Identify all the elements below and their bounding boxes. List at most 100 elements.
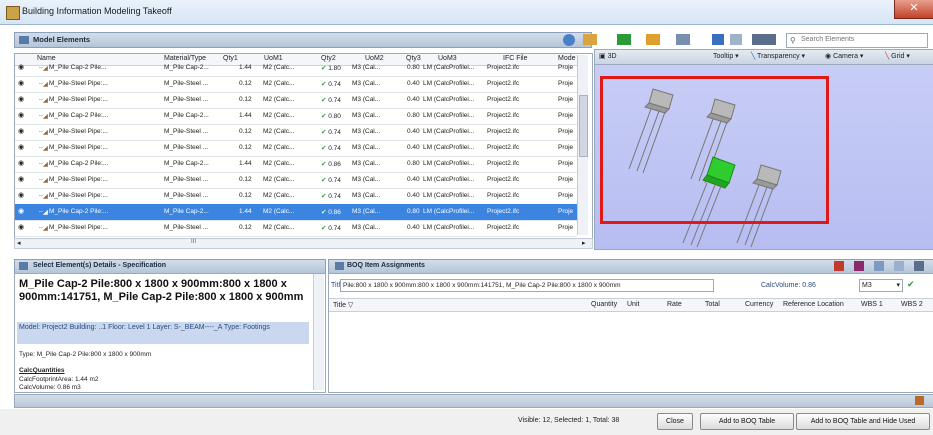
element-type-icon: ┄◢ — [39, 65, 48, 72]
boq-col-total[interactable]: Total — [705, 301, 720, 308]
cell-name: M_Pile-Steel Pipe:... — [49, 144, 161, 151]
visibility-eye-icon[interactable]: ◉ — [18, 127, 27, 135]
boq-columns-icon[interactable] — [894, 261, 904, 271]
visibility-eye-icon[interactable]: ◉ — [18, 175, 27, 183]
boq-col-unit[interactable]: Unit — [627, 301, 639, 308]
table-row[interactable]: ◉ ┄◢ M_Pile-Steel Pipe:... M_Pile-Steel ...… — [15, 92, 577, 109]
close-window-button[interactable]: ✕ — [894, 0, 933, 19]
camera-dropdown[interactable]: ◉ Camera ▾ — [825, 52, 863, 60]
cell-text: 1.44 — [239, 64, 252, 71]
add-to-boq-hide-used-button[interactable]: Add to BOQ Table and Hide Used — [796, 413, 930, 430]
cell-u1: M2 (Calc... — [263, 144, 319, 151]
cell-text: 0.74 — [328, 129, 341, 136]
table-horizontal-scrollbar[interactable]: ◂ III ▸ — [14, 238, 593, 249]
search-box[interactable]: ⚲ — [786, 33, 928, 48]
search-input[interactable] — [801, 34, 921, 45]
grid-dropdown[interactable]: ╲ Grid ▾ — [885, 52, 910, 60]
boq-col-title[interactable]: Title ▽ — [333, 301, 353, 309]
cell-text: 0.12 — [239, 96, 252, 103]
table-row[interactable]: ◉ ┄◢ M_Pile Cap-2 Pile:... M_Pile Cap-2... 1… — [15, 108, 577, 125]
visibility-eye-icon[interactable]: ◉ — [18, 111, 27, 119]
cell-q1: 0.12 — [239, 80, 261, 87]
apply-check-icon[interactable]: ✔ — [907, 279, 915, 290]
cell-text: Proje — [558, 176, 574, 183]
boq-col-wbs1[interactable]: WBS 1 — [861, 301, 883, 308]
cell-u3: LM (CalcProfilei... — [423, 160, 485, 167]
tooltip-dropdown[interactable]: Tooltip ▾ — [713, 52, 739, 60]
visibility-eye-icon[interactable]: ◉ — [18, 159, 27, 167]
select-all-icon[interactable] — [712, 34, 724, 45]
table-row[interactable]: ◉ ┄◢ M_Pile-Steel Pipe:... M_Pile-Steel ...… — [15, 124, 577, 141]
cell-text: Project2.ifc — [487, 96, 520, 103]
viewer-tab-3d[interactable]: ▣ 3D — [599, 52, 617, 60]
unit-select[interactable]: M3 ▾ — [859, 279, 903, 292]
boq-sort-icon[interactable] — [914, 261, 924, 271]
visibility-eye-icon[interactable]: ◉ — [18, 191, 27, 199]
export-icon[interactable] — [617, 34, 631, 45]
view-icon[interactable] — [730, 34, 742, 45]
close-button[interactable]: Close — [657, 413, 693, 430]
table-row[interactable]: ◉ ┄◢ M_Pile-Steel Pipe:... M_Pile-Steel ...… — [15, 76, 577, 93]
visible-status-text: Visible: 12, Selected: 1, Total: 38 — [518, 417, 620, 424]
visibility-eye-icon[interactable]: ◉ — [18, 79, 27, 87]
add-to-boq-button[interactable]: Add to BOQ Table — [700, 413, 794, 430]
boq-col-currency[interactable]: Currency — [745, 301, 773, 308]
table-row[interactable]: ◉ ┄◢ M_Pile Cap-2 Pile:... M_Pile Cap-2... 1… — [15, 204, 577, 221]
visibility-eye-icon[interactable]: ◉ — [18, 223, 27, 231]
table-row[interactable]: ◉ ┄◢ M_Pile Cap-2 Pile... M_Pile Cap-2... 1.… — [15, 60, 577, 77]
filter-icon: ▽ — [347, 302, 354, 309]
cell-text: M3 (Cal... — [352, 144, 381, 151]
cell-ifc: Project2.ifc — [487, 208, 547, 215]
visibility-eye-icon[interactable]: ◉ — [18, 63, 27, 71]
cell-text: M3 (Cal... — [352, 192, 381, 199]
details-scrollbar[interactable] — [313, 274, 324, 390]
cell-text: 0.74 — [328, 193, 341, 200]
visibility-eye-icon[interactable]: ◉ — [18, 207, 27, 215]
cell-text: M_Pile Cap-2... — [164, 112, 209, 119]
table-row[interactable]: ◉ ┄◢ M_Pile-Steel Pipe:... M_Pile-Steel ...… — [15, 140, 577, 157]
cell-q1: 0.12 — [239, 144, 261, 151]
boq-title-input[interactable]: Pile:800 x 1800 x 900mm:800 x 1800 x 900… — [340, 279, 714, 292]
cell-name: M_Pile-Steel Pipe:... — [49, 224, 161, 231]
binoculars-icon[interactable] — [752, 34, 776, 45]
scroll-right-icon[interactable]: ▸ — [582, 239, 586, 247]
cell-u3: LM (CalcProfilei... — [423, 80, 485, 87]
cell-u1: M2 (Calc... — [263, 160, 319, 167]
visibility-eye-icon[interactable]: ◉ — [18, 143, 27, 151]
boq-col-reference-location[interactable]: Reference Location — [783, 301, 844, 308]
scroll-left-icon[interactable]: ◂ — [17, 239, 21, 247]
boq-col-quantity[interactable]: Quantity — [591, 301, 617, 308]
table-row[interactable]: ◉ ┄◢ M_Pile-Steel Pipe:... M_Pile-Steel ...… — [15, 188, 577, 205]
boq-table-icon[interactable] — [874, 261, 884, 271]
cell-mode: Proje — [558, 112, 578, 119]
table-row[interactable]: ◉ ┄◢ M_Pile Cap-2 Pile:... M_Pile Cap-2... 1… — [15, 156, 577, 173]
cell-q2: ✔ 0.80 — [321, 112, 351, 120]
cell-text: Proje — [558, 112, 574, 119]
table-row[interactable]: ◉ ┄◢ M_Pile-Steel Pipe:... M_Pile-Steel ...… — [15, 220, 577, 237]
table-vertical-scrollbar[interactable] — [577, 55, 588, 235]
boq-col-rate[interactable]: Rate — [667, 301, 682, 308]
transparency-dropdown[interactable]: ╲ Transparency ▾ — [751, 52, 805, 60]
visibility-eye-icon[interactable]: ◉ — [18, 95, 27, 103]
status-icon[interactable] — [915, 396, 924, 405]
cell-q1: 1.44 — [239, 64, 261, 71]
cell-mat: M_Pile-Steel ... — [164, 80, 224, 87]
cell-text: M_Pile Cap-2 Pile:... — [49, 160, 109, 167]
scroll-grip[interactable]: III — [191, 239, 196, 245]
boq-delete-icon[interactable] — [834, 261, 844, 271]
cell-mat: M_Pile-Steel ... — [164, 96, 224, 103]
scroll-thumb[interactable] — [579, 95, 588, 157]
boq-book-icon[interactable] — [854, 261, 864, 271]
model-elements-table[interactable]: Name Material/Type Qty1 UoM1 Qty2 UoM2 Q… — [14, 53, 593, 239]
sort-icon[interactable] — [676, 34, 690, 45]
cell-name: M_Pile Cap-2 Pile:... — [49, 112, 161, 119]
cell-text: 0.80 — [328, 113, 341, 120]
table-row[interactable]: ◉ ┄◢ M_Pile-Steel Pipe:... M_Pile-Steel ...… — [15, 172, 577, 189]
cell-text: LM (CalcProfilei... — [423, 160, 475, 167]
boq-col-wbs2[interactable]: WBS 2 — [901, 301, 923, 308]
refresh-icon[interactable] — [563, 34, 575, 46]
cell-u3: LM (CalcProfilei... — [423, 144, 485, 151]
filter-icon[interactable] — [583, 34, 597, 45]
cell-mode: Proje — [558, 80, 578, 87]
group-icon[interactable] — [646, 34, 660, 45]
